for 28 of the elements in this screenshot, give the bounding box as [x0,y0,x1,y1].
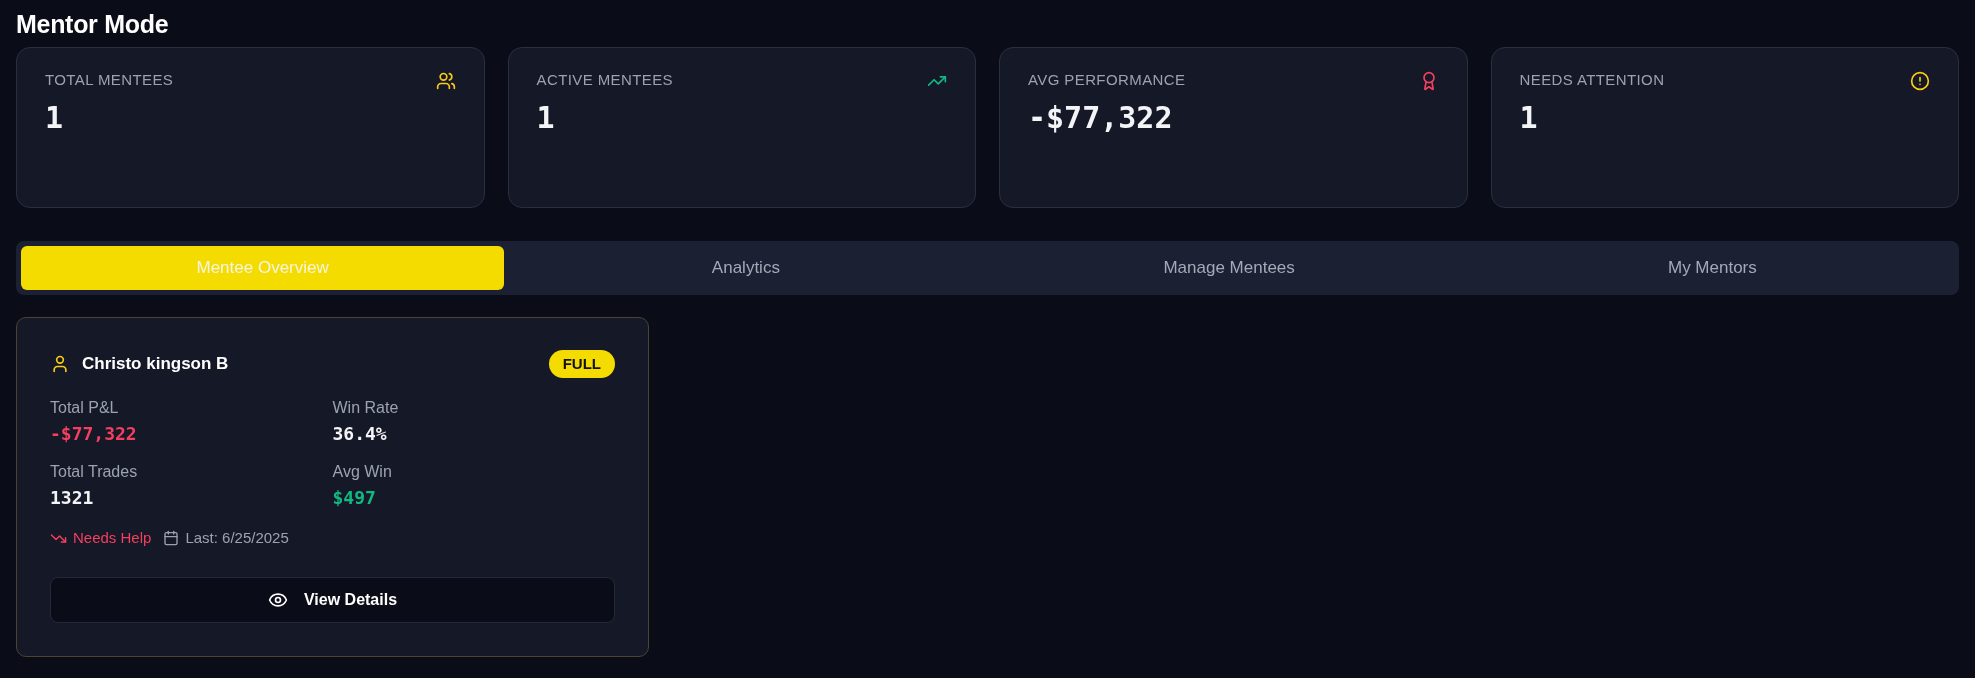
stat-value: 1 [536,100,555,136]
stat-label: ACTIVE MENTEES [536,71,673,89]
calendar-icon [163,530,180,546]
plan-badge: FULL [548,350,615,378]
metric-value: -$77,322 [50,422,137,446]
stat-value: 1 [45,100,64,136]
metric-value: 1321 [50,486,94,510]
metric-label: Avg Win [332,462,392,482]
metric-value: $497 [332,486,376,510]
last-active-text: Last: 6/25/2025 [185,528,289,548]
metric-label: Total P&L [50,398,119,418]
view-details-button[interactable]: View Details [50,577,615,623]
metric-label: Win Rate [332,398,399,418]
page-title: Mentor Mode [16,9,169,40]
stat-label: NEEDS ATTENTION [1519,71,1665,89]
tab[interactable]: Manage Mentees [987,246,1471,290]
metric-label: Total Trades [50,462,138,482]
status-text: Needs Help [73,528,152,548]
user-icon [50,354,70,374]
metric-value: 36.4% [332,422,387,446]
stat-value: -$77,322 [1028,100,1173,136]
mentee-name: Christo kingson B [82,354,229,374]
tab[interactable]: Analytics [504,246,988,290]
stat-label: TOTAL MENTEES [45,71,174,89]
eye-icon [267,590,288,610]
stat-value: 1 [1519,100,1538,136]
tab[interactable]: My Mentors [1470,246,1954,290]
stat-label: AVG PERFORMANCE [1028,71,1186,89]
